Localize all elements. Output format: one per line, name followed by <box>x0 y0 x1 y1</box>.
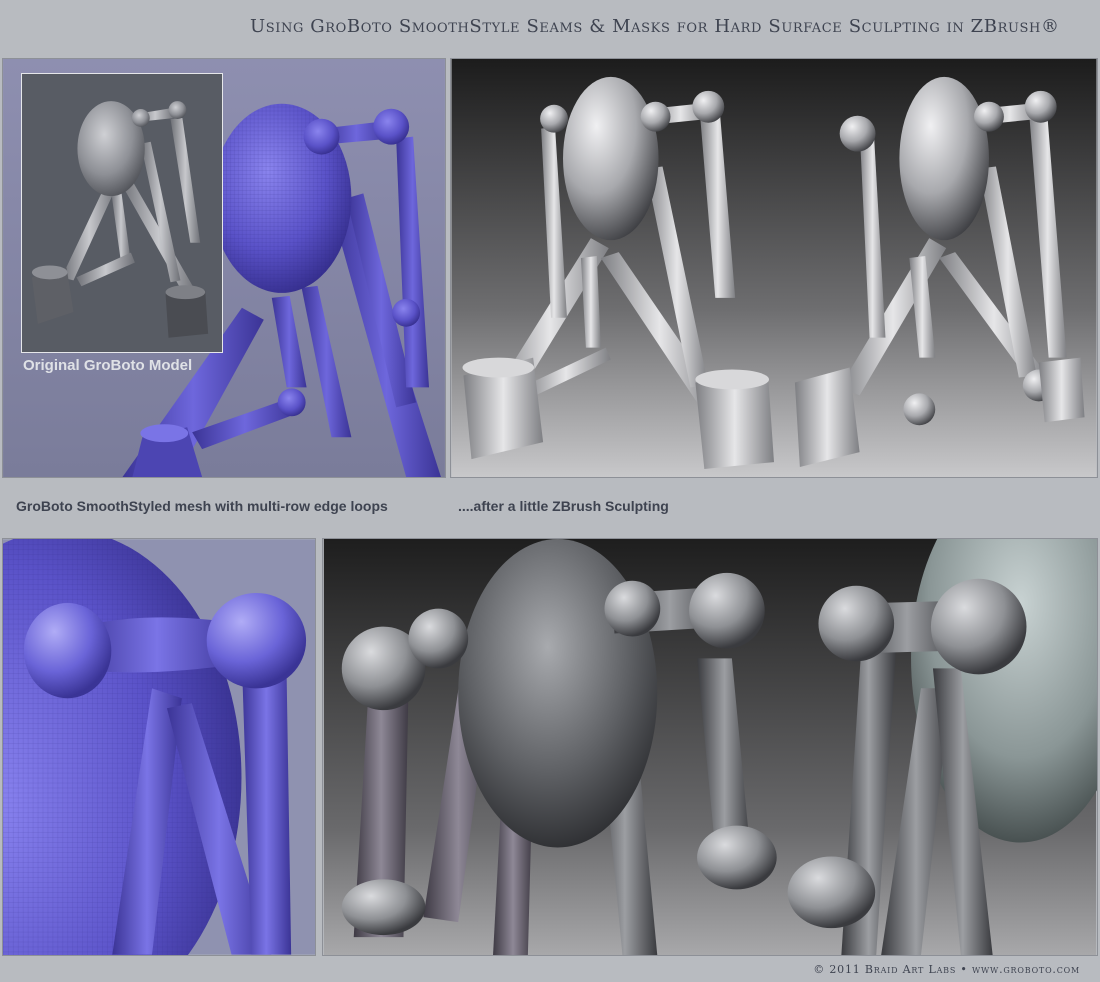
original-model-render <box>22 74 222 352</box>
caption-left: GroBoto SmoothStyled mesh with multi-row… <box>16 498 388 514</box>
sculpted-closeup-panel <box>322 538 1098 956</box>
sculpted-render-panel <box>450 58 1098 478</box>
smoothstyled-mesh-panel: Original GroBoto Model <box>2 58 446 478</box>
caption-right: ....after a little ZBrush Sculpting <box>458 498 669 514</box>
sculpted-closeup-render <box>323 539 1097 955</box>
inset-caption: Original GroBoto Model <box>23 357 193 374</box>
blue-closeup-render <box>3 539 315 955</box>
page: Using GroBoto SmoothStyle Seams & Masks … <box>0 0 1100 982</box>
sculpted-render <box>451 59 1097 477</box>
page-title: Using GroBoto SmoothStyle Seams & Masks … <box>250 16 1060 37</box>
mesh-closeup-panel <box>2 538 316 956</box>
copyright-footer: © 2011 Braid Art Labs • www.groboto.com <box>813 963 1080 976</box>
original-model-inset <box>21 73 223 353</box>
